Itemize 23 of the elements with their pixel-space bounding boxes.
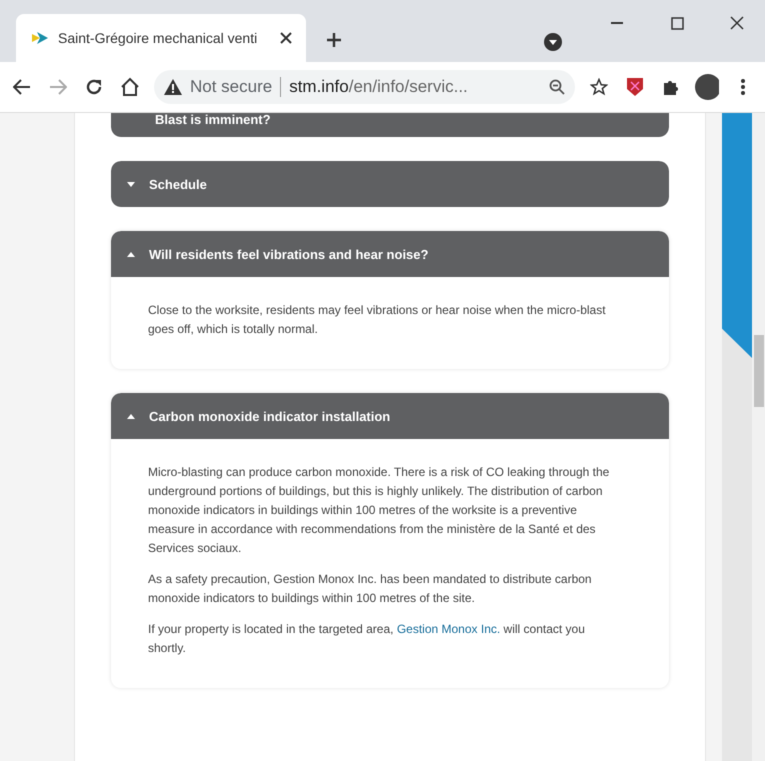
avatar-icon[interactable]: [695, 75, 719, 99]
zoom-icon[interactable]: [549, 79, 565, 95]
security-label: Not secure: [190, 77, 272, 97]
accordion-header[interactable]: Will residents feel vibrations and hear noise?: [111, 231, 669, 277]
caret-down-icon: [127, 182, 135, 186]
paragraph: Close to the worksite, residents may feel vibrations or hear noise when the micro-blast goes off, which is totally normal.: [148, 302, 607, 338]
link[interactable]: Gestion Monox Inc.: [396, 622, 500, 636]
tab-title: Saint-Grégoire mechanical venti: [58, 30, 258, 46]
address-bar[interactable]: Not secure stm.info/en/info/servic...: [154, 70, 575, 104]
scrollbar-thumb[interactable]: [754, 335, 764, 407]
url-text: stm.info/en/info/servic...: [289, 77, 469, 97]
paragraph: As a safety precaution, Gestion Monox Inc. has been mandated to distribute carbon monoxide indicators to buildings within 100 metres of the site.: [148, 571, 593, 607]
warning-icon: [164, 79, 182, 95]
profile-down-icon[interactable]: [541, 30, 565, 54]
accordion-header[interactable]: Blast is imminent?: [111, 113, 669, 137]
favicon-icon: [32, 32, 48, 44]
paragraph: If your property is located in the targeted area, Gestion Monox Inc. will contact you shortly.: [148, 621, 586, 657]
accordion-header[interactable]: Carbon monoxide indicator installation: [111, 393, 669, 439]
caret-up-icon: [127, 414, 135, 418]
caret-up-icon: [127, 252, 135, 256]
accordion-header[interactable]: Schedule: [111, 161, 669, 207]
browser-tab[interactable]: Saint-Grégoire mechanical venti: [16, 14, 306, 62]
paragraph: Micro-blasting can produce carbon monoxide. There is a risk of CO leaking through the underground portions of buildings, but this is highly unlikely. The distribution of carbon monoxide indicators in buildings within 100 metres of the worksite is a preventive measure in accordance with recommendations from the ministère de la Santé et des Services sociaux.: [148, 464, 610, 557]
